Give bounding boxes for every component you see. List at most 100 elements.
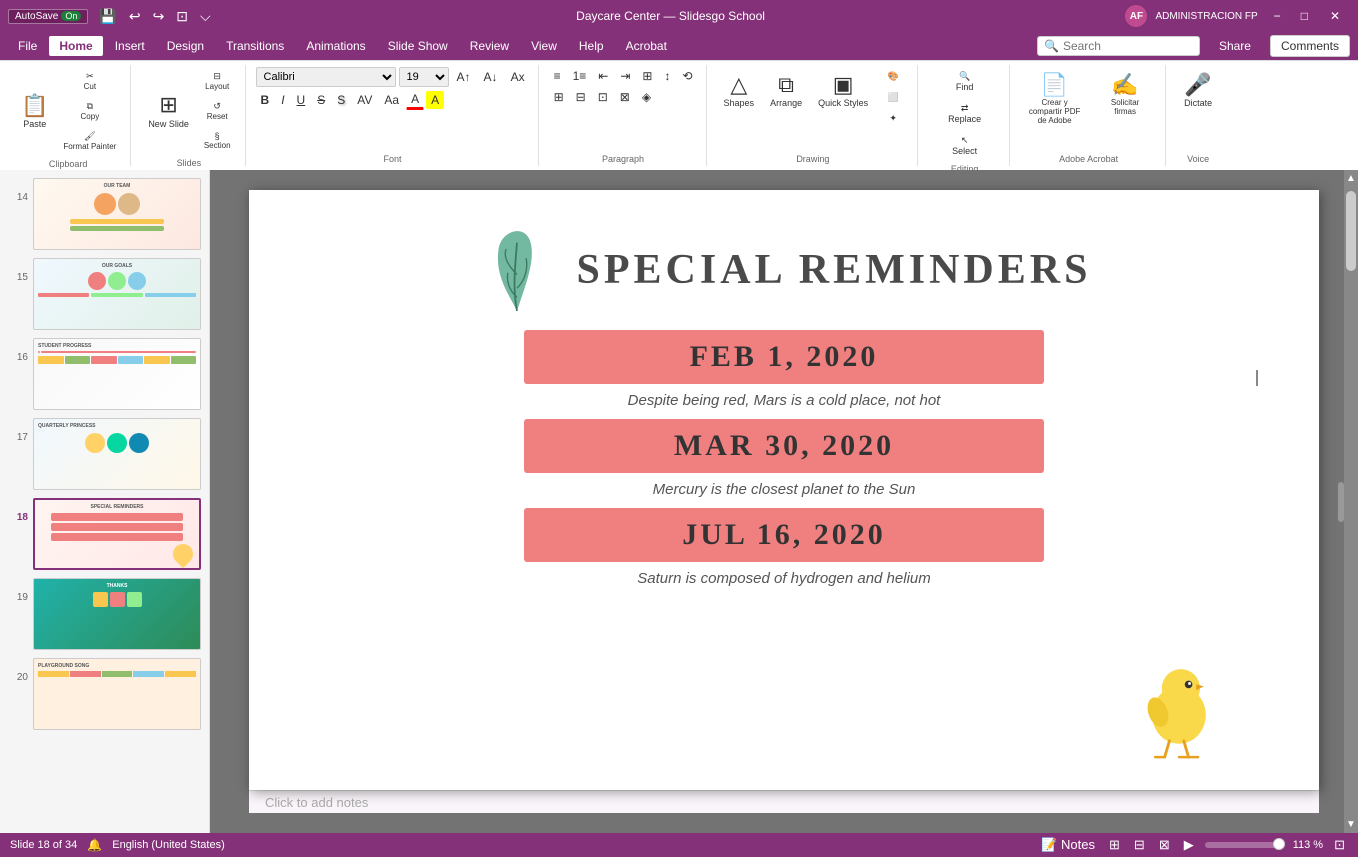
numbering-button[interactable]: 1≡	[568, 67, 592, 85]
create-pdf-button[interactable]: 📄 Crear y compartir PDF de Adobe	[1020, 67, 1089, 130]
menu-slideshow[interactable]: Slide Show	[378, 36, 458, 56]
line-spacing-button[interactable]: ↕	[659, 67, 675, 85]
maximize-button[interactable]: □	[1293, 7, 1316, 25]
character-spacing-button[interactable]: AV	[352, 91, 377, 109]
share-button[interactable]: Share	[1208, 35, 1262, 57]
reminder-2-date: MAR 30, 2020	[674, 429, 894, 463]
center-button[interactable]: ⊟	[571, 88, 591, 106]
menu-transitions[interactable]: Transitions	[216, 36, 294, 56]
fit-left-button[interactable]	[1338, 482, 1344, 522]
menu-home[interactable]: Home	[49, 36, 102, 56]
find-button[interactable]: 🔍 Find	[942, 67, 987, 96]
notes-area[interactable]: Click to add notes	[249, 790, 1319, 813]
normal-view-button[interactable]: ⊞	[1106, 837, 1123, 853]
bold-button[interactable]: B	[256, 91, 275, 109]
reminder-2-date-bg: MAR 30, 2020	[524, 419, 1044, 473]
text-direction-button[interactable]: ⟲	[677, 67, 697, 85]
section-button[interactable]: § Section	[198, 127, 237, 154]
layout-button[interactable]: ⊟ Layout	[198, 67, 237, 95]
paragraph-label: Paragraph	[602, 150, 644, 164]
scroll-thumb[interactable]	[1346, 191, 1356, 271]
menu-animations[interactable]: Animations	[296, 36, 375, 56]
select-button[interactable]: ↖ Select	[942, 131, 987, 160]
convert-smartart-button[interactable]: ◈	[637, 88, 656, 106]
reset-button[interactable]: ↺ Reset	[198, 97, 237, 125]
redo-button[interactable]: ↪	[148, 6, 170, 27]
menu-file[interactable]: File	[8, 36, 47, 56]
font-color-button[interactable]: A	[406, 90, 424, 110]
presenter-view-button[interactable]: ▶	[1181, 837, 1197, 853]
paste-button[interactable]: 📋 Paste	[14, 88, 55, 134]
menu-insert[interactable]: Insert	[105, 36, 155, 56]
menu-design[interactable]: Design	[157, 36, 214, 56]
scroll-down-arrow[interactable]: ▼	[1343, 816, 1358, 833]
font-family-select[interactable]: Calibri	[256, 67, 396, 87]
comments-button[interactable]: Comments	[1270, 35, 1350, 57]
replace-button[interactable]: ⇄ Replace	[942, 99, 987, 128]
reminder-3-date-bg: JUL 16, 2020	[524, 508, 1044, 562]
slide-item-15[interactable]: 15 OUR GOALS	[6, 256, 203, 332]
shapes-button[interactable]: △ Shapes	[717, 67, 762, 113]
menu-help[interactable]: Help	[569, 36, 614, 56]
slide-item-16[interactable]: 16 STUDENT PROGRESS	[6, 336, 203, 412]
close-button[interactable]: ✕	[1320, 7, 1350, 25]
new-slide-button[interactable]: ⊞ New Slide	[141, 87, 196, 133]
clear-format-button[interactable]: Ax	[506, 68, 530, 86]
reading-view-button[interactable]: ⊠	[1156, 837, 1173, 853]
save-button[interactable]: 💾	[94, 6, 121, 27]
menu-view[interactable]: View	[521, 36, 567, 56]
align-left-button[interactable]: ⊞	[549, 88, 569, 106]
format-painter-button[interactable]: 🖌 Format Painter	[57, 127, 122, 155]
font-size-select[interactable]: 19	[399, 67, 449, 87]
customize-button[interactable]: ⌵	[195, 6, 216, 27]
cut-button[interactable]: ✂ Cut	[57, 67, 122, 95]
zoom-handle[interactable]	[1273, 838, 1285, 850]
increase-indent-button[interactable]: ⇥	[615, 67, 635, 85]
slide-item-19[interactable]: 19 THANKS	[6, 576, 203, 652]
canvas-area: ▲ ▼ SPECIAL REMINDERS	[210, 170, 1358, 833]
search-input[interactable]	[1063, 39, 1193, 53]
bullets-button[interactable]: ≡	[549, 67, 566, 85]
menu-review[interactable]: Review	[460, 36, 519, 56]
decrease-font-button[interactable]: A↓	[479, 68, 503, 86]
highlight-button[interactable]: A	[426, 91, 444, 109]
quick-styles-button[interactable]: ▣ Quick Styles	[811, 67, 875, 113]
increase-font-button[interactable]: A↑	[452, 68, 476, 86]
slide-item-14[interactable]: 14 OUR TEAM	[6, 176, 203, 252]
copy-button[interactable]: ⧉ Copy	[57, 97, 122, 125]
autosave-toggle[interactable]: AutoSave On	[8, 9, 88, 24]
cut-icon: ✂	[86, 71, 94, 82]
underline-button[interactable]: U	[292, 91, 311, 109]
fit-slide-button[interactable]: ⊡	[1331, 837, 1348, 853]
reminder-2-desc: Mercury is the closest planet to the Sun	[653, 481, 916, 498]
slide-item-17[interactable]: 17 QUARTERLY PRINCESS	[6, 416, 203, 492]
justify-button[interactable]: ⊠	[615, 88, 635, 106]
slide-item-20[interactable]: 20 PLAYGROUND SONG	[6, 656, 203, 732]
canvas-scrollbar[interactable]: ▲ ▼	[1344, 170, 1358, 833]
minimize-button[interactable]: −	[1266, 7, 1289, 25]
slide-panel[interactable]: 14 OUR TEAM 15 OUR GOALS	[0, 170, 210, 833]
arrange-button[interactable]: ⧉ Arrange	[763, 67, 809, 113]
shape-fill-button[interactable]: 🎨	[877, 67, 909, 86]
shadow-button[interactable]: S	[332, 91, 350, 109]
request-signatures-button[interactable]: ✍ Solicitar firmas	[1093, 67, 1157, 121]
find-icon: 🔍	[959, 71, 970, 82]
shape-outline-button[interactable]: ⬜	[877, 88, 909, 107]
italic-button[interactable]: I	[276, 91, 289, 109]
align-right-button[interactable]: ⊡	[593, 88, 613, 106]
present-button[interactable]: ⊡	[171, 6, 193, 27]
decrease-indent-button[interactable]: ⇤	[593, 67, 613, 85]
columns-button[interactable]: ⊞	[637, 67, 657, 85]
undo-button[interactable]: ↩	[124, 6, 146, 27]
strikethrough-button[interactable]: S	[312, 91, 330, 109]
scroll-up-arrow[interactable]: ▲	[1343, 170, 1358, 187]
menu-acrobat[interactable]: Acrobat	[616, 36, 677, 56]
zoom-slider[interactable]	[1205, 842, 1285, 848]
shape-effects-button[interactable]: ✦	[877, 109, 909, 128]
change-case-button[interactable]: Aa	[379, 91, 404, 109]
notes-button[interactable]: 📝 Notes	[1038, 837, 1098, 853]
slide-item-18[interactable]: 18 SPECIAL REMINDERS	[6, 496, 203, 572]
dictate-button[interactable]: 🎤 Dictate	[1177, 67, 1219, 113]
slide-sorter-button[interactable]: ⊟	[1131, 837, 1148, 853]
quick-styles-icon: ▣	[833, 72, 854, 98]
